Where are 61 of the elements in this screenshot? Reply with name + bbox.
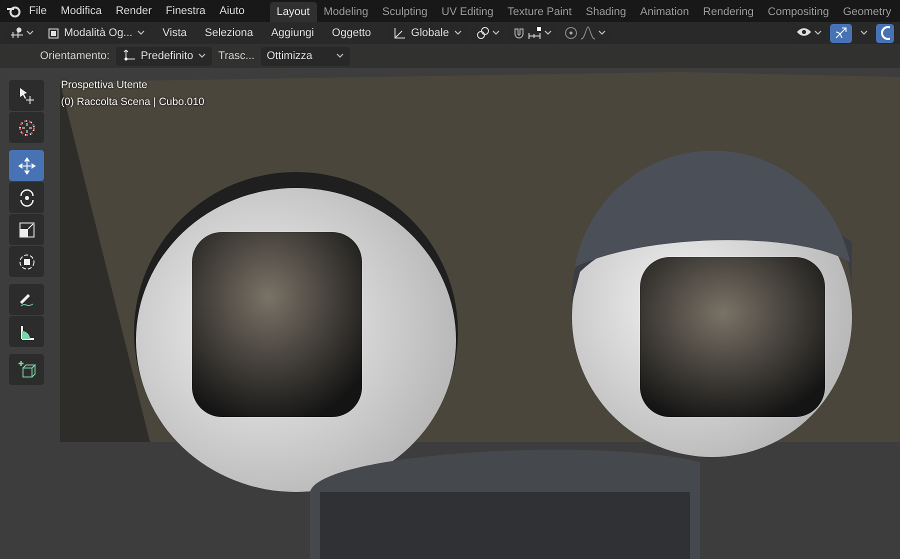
link-icon [476,26,490,40]
chevron-icon [454,30,462,36]
view-name-text: Prospettiva Utente [61,78,148,93]
chevron-icon [492,30,500,36]
scale-icon [16,220,36,240]
drag-label: Trasc... [218,50,255,62]
app-logo-icon [6,4,22,18]
workspace-tab[interactable]: Texture Paint [500,2,579,22]
crosshair-icon [16,118,36,138]
tool-button[interactable] [9,354,44,385]
menu-item[interactable]: Finestra [158,5,213,17]
header-menu-item[interactable]: Seleziona [198,27,260,39]
tool-button[interactable] [9,112,44,143]
menu-item[interactable]: Modifica [54,5,109,17]
tool-button[interactable] [9,182,44,213]
add-cube-icon [16,360,36,380]
snap-increment-icon [528,27,542,39]
chevron-icon [137,30,146,36]
orientation-axes-icon [122,49,136,63]
menu-item[interactable]: File [22,5,54,17]
menu-item[interactable]: Render [108,5,159,17]
tool-button[interactable] [9,80,44,111]
workspace-tab[interactable]: Rendering [696,2,761,22]
tool-button[interactable] [9,246,44,277]
workspace-tab[interactable]: UV Editing [434,2,501,22]
gizmo-arrows-icon [834,26,848,40]
chevron-icon [860,30,868,36]
tool-button[interactable] [9,316,44,347]
gizmo-toggle[interactable] [830,24,852,42]
chevron-icon [26,30,34,36]
falloff-curve-icon [580,26,596,40]
chevron-icon [198,53,206,59]
transform-icon [16,252,36,272]
workspace-tab[interactable]: Shading [578,2,634,22]
orientation-dropdown[interactable]: Predefinito [116,46,212,66]
tool-button[interactable] [9,214,44,245]
orientation-label: Orientamento: [40,50,110,62]
chevron-icon [336,53,344,59]
chevron-icon [598,30,606,36]
workspace-tab[interactable]: Layout [270,2,317,22]
workspace-tab[interactable]: Compositing [760,2,836,22]
workspace-tab[interactable]: Sculpting [375,2,435,22]
menu-item[interactable]: Aiuto [212,5,252,17]
proportional-circle-icon [564,26,578,40]
header-menu-item[interactable]: Aggiungi [264,27,321,39]
move-arrows-icon [16,156,36,176]
workspace-tab[interactable]: Animation [633,2,696,22]
header-menu-item[interactable]: Oggetto [324,27,378,39]
object-info-text: (0) Raccolta Scena | Cubo.010 [61,95,204,110]
chevron-icon [544,30,552,36]
object-mode-icon [48,28,59,38]
header-menu-item[interactable]: Vista [155,27,194,39]
workspace-tab[interactable]: Modeling [316,2,376,22]
axes-icon [392,26,406,40]
magnet-icon [512,26,526,40]
chevron-icon [814,30,822,36]
viewport-icon [10,27,24,39]
workspace-tab[interactable]: Geometry [836,2,898,22]
tool-button[interactable] [9,284,44,315]
overlays-button[interactable] [876,24,894,42]
drag-dropdown[interactable]: Ottimizza [260,46,350,66]
